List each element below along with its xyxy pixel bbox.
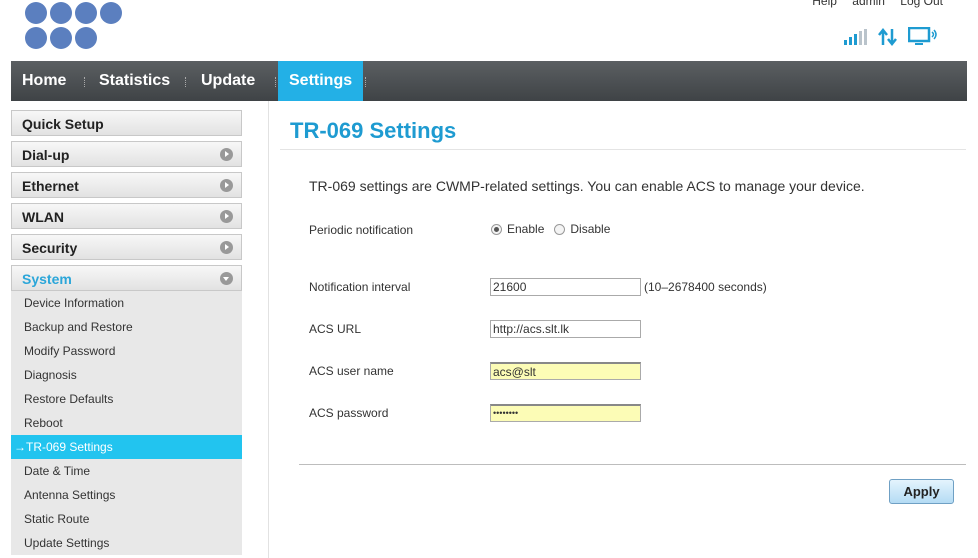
nav-update[interactable]: Update <box>190 61 266 101</box>
apply-button[interactable]: Apply <box>889 479 954 504</box>
nav-separator <box>365 77 367 87</box>
sidebar-group-label: Security <box>22 240 78 256</box>
sidebar-item-date-time[interactable]: Date & Time <box>11 459 242 483</box>
sidebar-item-backup-and-restore[interactable]: Backup and Restore <box>11 315 242 339</box>
sidebar-item-modify-password[interactable]: Modify Password <box>11 339 242 363</box>
nav-home[interactable]: Home <box>11 61 77 101</box>
top-links: Help admin Log Out <box>800 0 943 8</box>
disable-radio[interactable] <box>554 223 566 235</box>
acs-username-input[interactable]: acs@slt <box>490 362 641 380</box>
content-divider <box>268 101 269 558</box>
sidebar-item-device-information[interactable]: Device Information <box>11 291 242 315</box>
acs-password-input[interactable]: •••••••• <box>490 404 641 422</box>
disable-radio-label: Disable <box>570 222 611 236</box>
acs-url-label: ACS URL <box>309 322 362 336</box>
sidebar-group-label: Ethernet <box>22 178 79 194</box>
periodic-notification-radios: Enable Disable <box>491 222 610 236</box>
title-divider <box>280 149 966 150</box>
sidebar-group-label: Quick Setup <box>22 116 104 132</box>
acs-password-label: ACS password <box>309 406 389 420</box>
sidebar-item-antenna-settings[interactable]: Antenna Settings <box>11 483 242 507</box>
computer-connected-icon <box>908 27 937 45</box>
nav-statistics[interactable]: Statistics <box>88 61 181 101</box>
sidebar-item-restore-defaults[interactable]: Restore Defaults <box>11 387 242 411</box>
chevron-right-icon <box>220 148 233 161</box>
sidebar-item-static-route[interactable]: Static Route <box>11 507 242 531</box>
signal-strength-icon <box>844 29 867 45</box>
chevron-right-icon <box>220 210 233 223</box>
arrow-right-icon: → <box>14 440 26 454</box>
sidebar-group-label: System <box>22 271 72 287</box>
sidebar-item-diagnosis[interactable]: Diagnosis <box>11 363 242 387</box>
help-link[interactable]: Help <box>812 0 837 8</box>
sidebar-group-ethernet[interactable]: Ethernet <box>11 172 242 198</box>
sidebar-group-label: Dial-up <box>22 147 70 163</box>
nav-separator <box>275 77 277 87</box>
sidebar-item-label: TR-069 Settings <box>26 440 113 454</box>
notification-interval-label: Notification interval <box>309 280 411 294</box>
periodic-notification-label: Periodic notification <box>309 223 414 237</box>
sidebar-item-reboot[interactable]: Reboot <box>11 411 242 435</box>
data-transfer-icon <box>878 27 897 47</box>
sidebar-item-update-settings[interactable]: Update Settings <box>11 531 242 555</box>
chevron-right-icon <box>220 179 233 192</box>
chevron-down-icon <box>220 272 233 285</box>
chevron-right-icon <box>220 241 233 254</box>
page-description: TR-069 settings are CWMP-related setting… <box>309 178 865 194</box>
sidebar-item-tr069-settings[interactable]: →TR-069 Settings <box>11 435 242 459</box>
sidebar: Quick Setup Dial-up Ethernet WLAN Securi… <box>11 110 242 555</box>
notification-interval-input[interactable]: 21600 <box>490 278 641 296</box>
acs-url-input[interactable]: http://acs.slt.lk <box>490 320 641 338</box>
enable-radio[interactable] <box>491 223 502 235</box>
main-nav: Home Statistics Update Settings <box>11 61 967 101</box>
nav-settings[interactable]: Settings <box>278 61 364 101</box>
logout-link[interactable]: Log Out <box>900 0 943 8</box>
sidebar-group-system[interactable]: System <box>11 265 242 291</box>
status-icons <box>844 26 938 48</box>
sidebar-group-quick-setup[interactable]: Quick Setup <box>11 110 242 136</box>
page-title: TR-069 Settings <box>290 118 457 143</box>
form-divider <box>299 464 966 465</box>
nav-separator <box>84 77 86 87</box>
nav-separator <box>185 77 187 87</box>
notification-interval-hint: (10–2678400 seconds) <box>644 280 767 294</box>
sidebar-system-list: Device Information Backup and Restore Mo… <box>11 291 242 555</box>
sidebar-group-label: WLAN <box>22 209 64 225</box>
sidebar-group-wlan[interactable]: WLAN <box>11 203 242 229</box>
acs-username-label: ACS user name <box>309 364 394 378</box>
sidebar-group-dial-up[interactable]: Dial-up <box>11 141 242 167</box>
logo <box>25 0 125 52</box>
admin-link[interactable]: admin <box>852 0 885 8</box>
enable-radio-label: Enable <box>507 222 545 236</box>
sidebar-group-security[interactable]: Security <box>11 234 242 260</box>
